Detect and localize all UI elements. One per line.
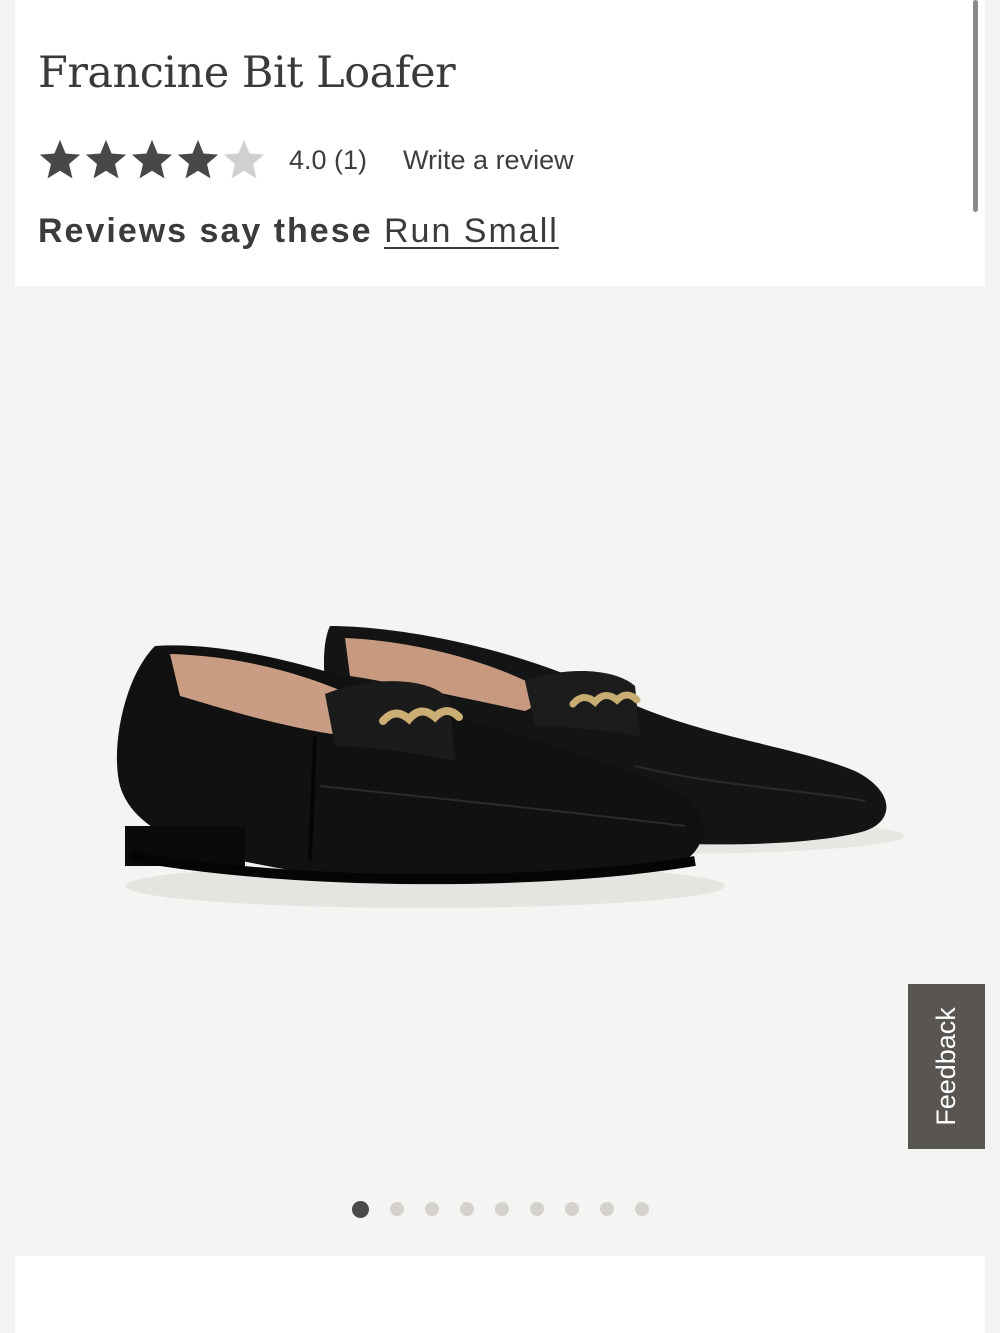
pagination-dot[interactable] (389, 1202, 404, 1216)
feedback-button[interactable]: Feedback (908, 984, 985, 1149)
loafer-product-photo (116, 626, 905, 908)
star-icon (223, 139, 265, 179)
product-image-gallery[interactable] (15, 286, 985, 1256)
rating-value[interactable]: 4.0 (1) (289, 145, 367, 176)
pagination-dot[interactable] (351, 1201, 369, 1218)
pagination-dot[interactable] (424, 1202, 439, 1216)
fit-summary: Reviews say these Run Small (38, 212, 559, 251)
write-review-link[interactable]: Write a review (403, 145, 574, 176)
product-header: Francine Bit Loafer 4.0 (1) Write a revi… (15, 0, 985, 286)
pagination-dot[interactable] (564, 1202, 579, 1216)
product-page: Francine Bit Loafer 4.0 (1) Write a revi… (0, 0, 1000, 1333)
feedback-label: Feedback (931, 1007, 962, 1126)
star-icon (85, 139, 127, 179)
product-title: Francine Bit Loafer (38, 48, 456, 98)
gallery-pagination (15, 1201, 985, 1218)
star-rating[interactable] (37, 137, 267, 183)
rating-row: 4.0 (1) Write a review (37, 134, 574, 186)
star-icon (39, 139, 81, 179)
next-section (15, 1256, 985, 1333)
pagination-dot[interactable] (459, 1202, 474, 1216)
fit-summary-prefix: Reviews say these (38, 212, 373, 250)
front-loafer (116, 645, 725, 908)
fit-run-small-link[interactable]: Run Small (384, 212, 559, 250)
pagination-dot[interactable] (634, 1202, 649, 1216)
pagination-dot[interactable] (494, 1202, 509, 1216)
pagination-dot[interactable] (529, 1202, 544, 1216)
pagination-dot[interactable] (599, 1202, 614, 1216)
star-icon (131, 139, 173, 179)
page-scrollbar[interactable] (973, 0, 978, 212)
star-icon (177, 139, 219, 179)
